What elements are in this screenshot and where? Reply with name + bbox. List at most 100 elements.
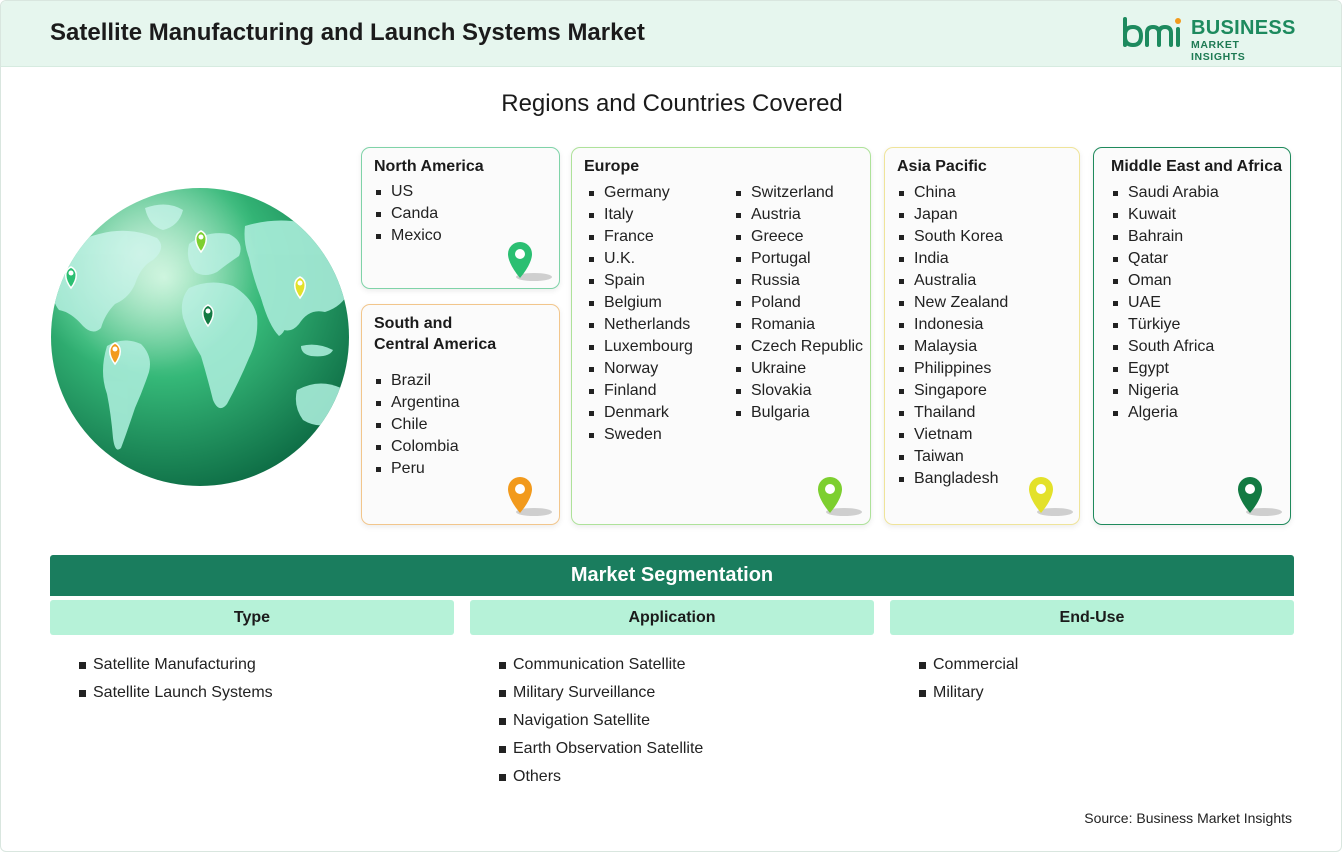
list-item: South Africa (1111, 336, 1219, 358)
regions-title: Regions and Countries Covered (501, 90, 843, 117)
list-item: Qatar (1111, 248, 1219, 270)
segment-header-application: Application (470, 600, 874, 635)
list-item: Bulgaria (734, 402, 863, 424)
list-item: Taiwan (897, 446, 1008, 468)
list-item: Colombia (374, 436, 460, 458)
list-item: Others (499, 763, 703, 791)
region-card-asia-pacific: Asia Pacific China Japan South Korea Ind… (884, 147, 1080, 525)
list-item: Switzerland (734, 182, 863, 204)
list-item: France (587, 226, 693, 248)
region-title: Asia Pacific (897, 158, 987, 175)
list-item: China (897, 182, 1008, 204)
region-title: South and Central America (374, 313, 496, 355)
region-card-europe: Europe Germany Italy France U.K. Spain B… (571, 147, 871, 525)
header-bar: Satellite Manufacturing and Launch Syste… (1, 1, 1341, 67)
list-item: Saudi Arabia (1111, 182, 1219, 204)
list-item: Türkiye (1111, 314, 1219, 336)
list-item: Earth Observation Satellite (499, 735, 703, 763)
list-item: Philippines (897, 358, 1008, 380)
list-item: U.K. (587, 248, 693, 270)
list-item: Sweden (587, 424, 693, 446)
list-item: Mexico (374, 225, 442, 247)
list-item: Romania (734, 314, 863, 336)
list-item: Vietnam (897, 424, 1008, 446)
country-list-column-2: Switzerland Austria Greece Portugal Russ… (734, 182, 863, 424)
list-item: Slovakia (734, 380, 863, 402)
list-item: Satellite Manufacturing (79, 651, 273, 679)
list-item: South Korea (897, 226, 1008, 248)
region-title-line2: Central America (374, 336, 497, 353)
list-item: Ukraine (734, 358, 863, 380)
country-list-column-1: Germany Italy France U.K. Spain Belgium … (587, 182, 693, 446)
list-item: India (897, 248, 1008, 270)
list-item: Oman (1111, 270, 1219, 292)
list-item: Russia (734, 270, 863, 292)
infographic-frame: Satellite Manufacturing and Launch Syste… (0, 0, 1342, 852)
segment-header-type: Type (50, 600, 454, 635)
list-item: UAE (1111, 292, 1219, 314)
list-item: Military Surveillance (499, 679, 703, 707)
list-item: Denmark (587, 402, 693, 424)
country-list: China Japan South Korea India Australia … (897, 182, 1008, 490)
list-item: Singapore (897, 380, 1008, 402)
brand-logo: BUSINESS MARKET INSIGHTS (1121, 15, 1297, 63)
page-title: Satellite Manufacturing and Launch Syste… (50, 19, 645, 46)
list-item: Egypt (1111, 358, 1219, 380)
list-item: Brazil (374, 370, 460, 392)
country-list: Brazil Argentina Chile Colombia Peru (374, 370, 460, 480)
list-item: Bangladesh (897, 468, 1008, 490)
region-card-south-central-america: South and Central America Brazil Argentin… (361, 304, 560, 525)
list-item: Navigation Satellite (499, 707, 703, 735)
list-item: Italy (587, 204, 693, 226)
list-item: Algeria (1111, 402, 1219, 424)
location-pin-icon (508, 242, 552, 281)
list-item: Luxembourg (587, 336, 693, 358)
list-item: Military (919, 679, 1018, 707)
list-item: Australia (897, 270, 1008, 292)
list-item: Spain (587, 270, 693, 292)
segmentation-title-bar: Market Segmentation (50, 555, 1294, 596)
list-item: Satellite Launch Systems (79, 679, 273, 707)
region-title: Middle East and Africa (1111, 158, 1282, 175)
location-pin-icon (508, 477, 552, 516)
list-item: Japan (897, 204, 1008, 226)
list-item: Greece (734, 226, 863, 248)
list-item: Nigeria (1111, 380, 1219, 402)
list-item: Canda (374, 203, 442, 225)
globe-illustration (51, 188, 349, 486)
list-item: Czech Republic (734, 336, 863, 358)
list-item: Thailand (897, 402, 1008, 424)
list-item: Kuwait (1111, 204, 1219, 226)
location-pin-icon (818, 477, 862, 516)
location-pin-icon (1238, 477, 1282, 516)
list-item: New Zealand (897, 292, 1008, 314)
list-item: Belgium (587, 292, 693, 314)
location-pin-icon (1029, 477, 1073, 516)
source-note: Source: Business Market Insights (1084, 810, 1292, 826)
segment-header-end-use: End-Use (890, 600, 1294, 635)
list-item: Netherlands (587, 314, 693, 336)
region-card-north-america: North America US Canda Mexico (361, 147, 560, 289)
bmi-logo-icon (1123, 17, 1181, 48)
list-item: Norway (587, 358, 693, 380)
list-item: Poland (734, 292, 863, 314)
region-title: Europe (584, 158, 640, 175)
list-item: Portugal (734, 248, 863, 270)
region-title-line1: South and (374, 315, 453, 332)
list-item: Peru (374, 458, 460, 480)
list-item: Bahrain (1111, 226, 1219, 248)
region-card-middle-east-africa: Middle East and Africa Saudi Arabia Kuwa… (1093, 147, 1291, 525)
list-item: Argentina (374, 392, 460, 414)
list-item: Indonesia (897, 314, 1008, 336)
list-item: Communication Satellite (499, 651, 703, 679)
segment-list-application: Communication Satellite Military Surveil… (499, 651, 703, 791)
country-list: Saudi Arabia Kuwait Bahrain Qatar Oman U… (1111, 182, 1219, 424)
logo-text-business: BUSINESS (1191, 17, 1296, 39)
list-item: Austria (734, 204, 863, 226)
logo-text-market-insights: MARKET INSIGHTS (1191, 39, 1246, 63)
country-list: US Canda Mexico (374, 181, 442, 247)
list-item: Finland (587, 380, 693, 402)
segment-list-end-use: Commercial Military (919, 651, 1018, 707)
list-item: US (374, 181, 442, 203)
list-item: Malaysia (897, 336, 1008, 358)
